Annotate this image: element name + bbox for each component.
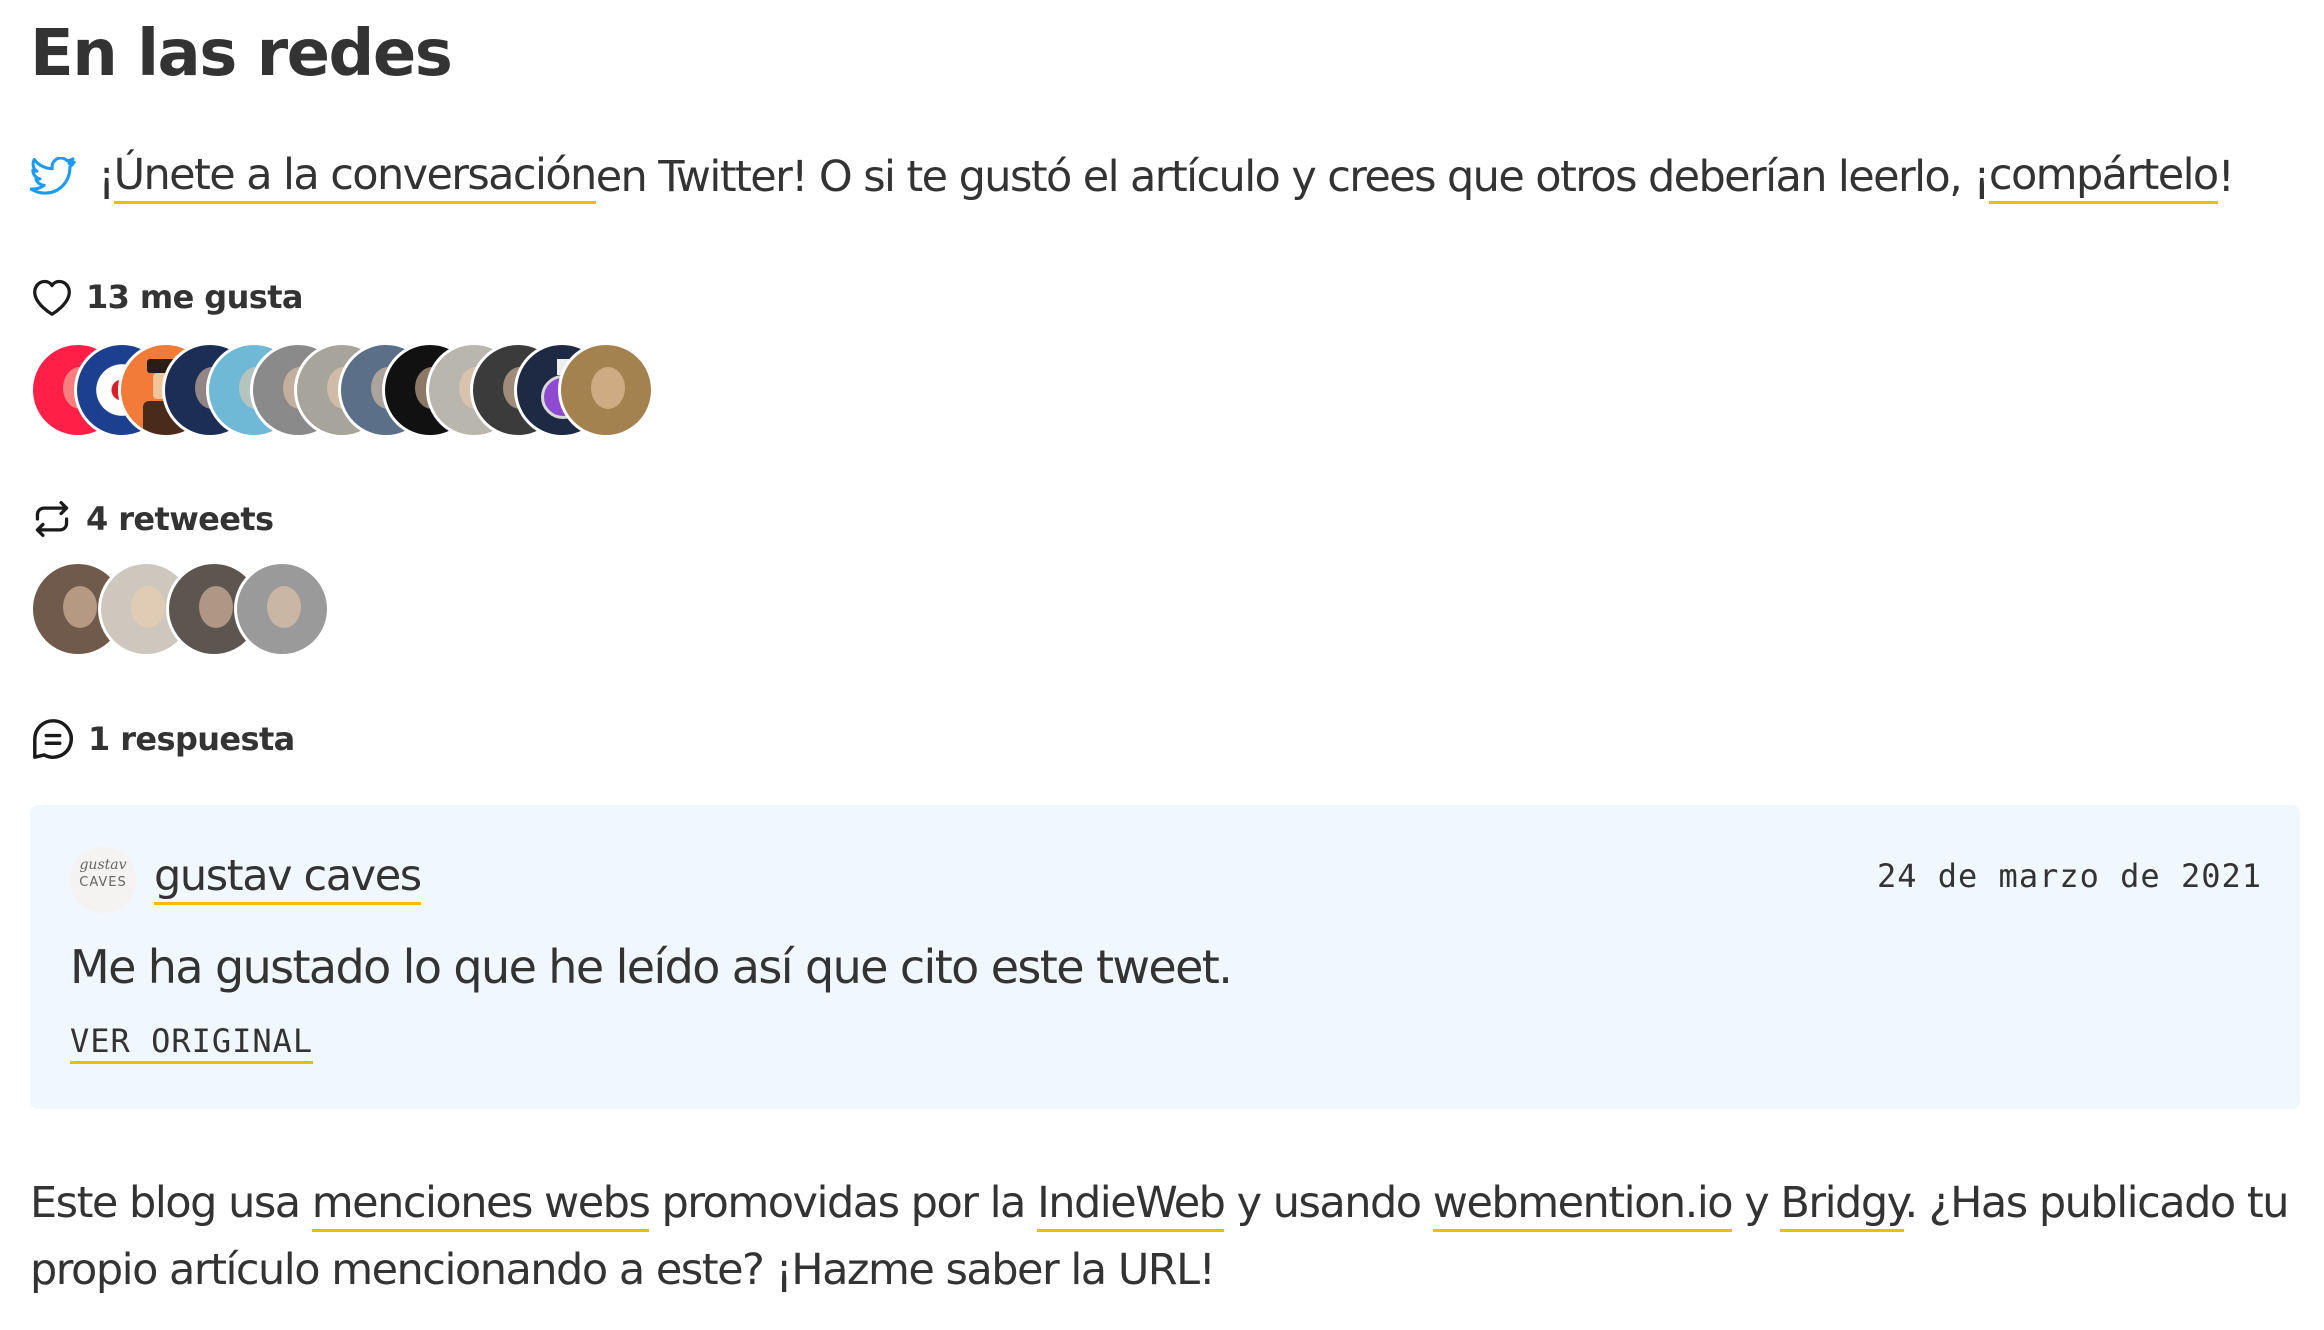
intro-text-suffix: ! [2217,152,2235,202]
like-avatar-13[interactable] [558,342,654,438]
retweets-count: 4 retweets [86,500,274,538]
retweet-icon [35,501,69,537]
reply-author-avatar[interactable]: gustav CAVES [70,847,136,913]
reply-author: gustav caves [154,847,422,905]
replies-count: 1 respuesta [88,720,295,758]
webmention-note: Este blog usa menciones webs promovidas … [30,1170,2310,1304]
reply-text: Me ha gustado lo que he leído así que ci… [70,940,1233,994]
likes-avatar-list [30,342,654,438]
intro-text-middle: en Twitter! O si te gustó el artículo y … [595,152,1991,202]
intro-text-prefix: ¡ [98,152,115,202]
footer-text-2: promovidas por la [649,1178,1038,1228]
avatar-logo-subtext: CAVES [79,875,127,890]
twitter-icon [30,157,76,195]
join-conversation-link[interactable]: Únete a la conversación [113,150,597,204]
intro-paragraph: ¡ Únete a la conversación en Twitter! O s… [30,145,2235,209]
social-section: En las redes ¡ Únete a la conversación en… [0,0,2324,1330]
view-original-link[interactable]: VER ORIGINAL [70,1022,314,1064]
footer-text-3: y usando [1224,1178,1433,1228]
webmention-io-link[interactable]: webmention.io [1432,1178,1734,1232]
likes-count: 13 me gusta [86,278,303,316]
retweet-avatar-4[interactable] [234,561,330,657]
retweets-header: 4 retweets [30,496,274,542]
indieweb-link[interactable]: IndieWeb [1037,1178,1226,1232]
retweets-avatar-list [30,561,330,657]
reply-author-link[interactable]: gustav caves [154,851,422,905]
webmentions-link[interactable]: menciones webs [311,1178,651,1232]
section-title: En las redes [30,17,453,91]
bridgy-link[interactable]: Bridgy [1780,1178,1906,1232]
comment-icon [33,719,73,759]
footer-text-4: y [1732,1178,1781,1228]
footer-text-1: Este blog usa [30,1178,312,1228]
replies-header: 1 respuesta [30,716,295,762]
reply-original-link-wrap: VER ORIGINAL [70,1019,314,1064]
reply-card: gustav CAVES gustav caves 24 de marzo de… [30,805,2300,1109]
likes-header: 13 me gusta [30,274,303,320]
heart-icon [33,279,71,316]
reply-date: 24 de marzo de 2021 [1876,857,2262,895]
share-link[interactable]: compártelo [1988,150,2219,204]
avatar-logo-text: gustav [79,857,127,873]
